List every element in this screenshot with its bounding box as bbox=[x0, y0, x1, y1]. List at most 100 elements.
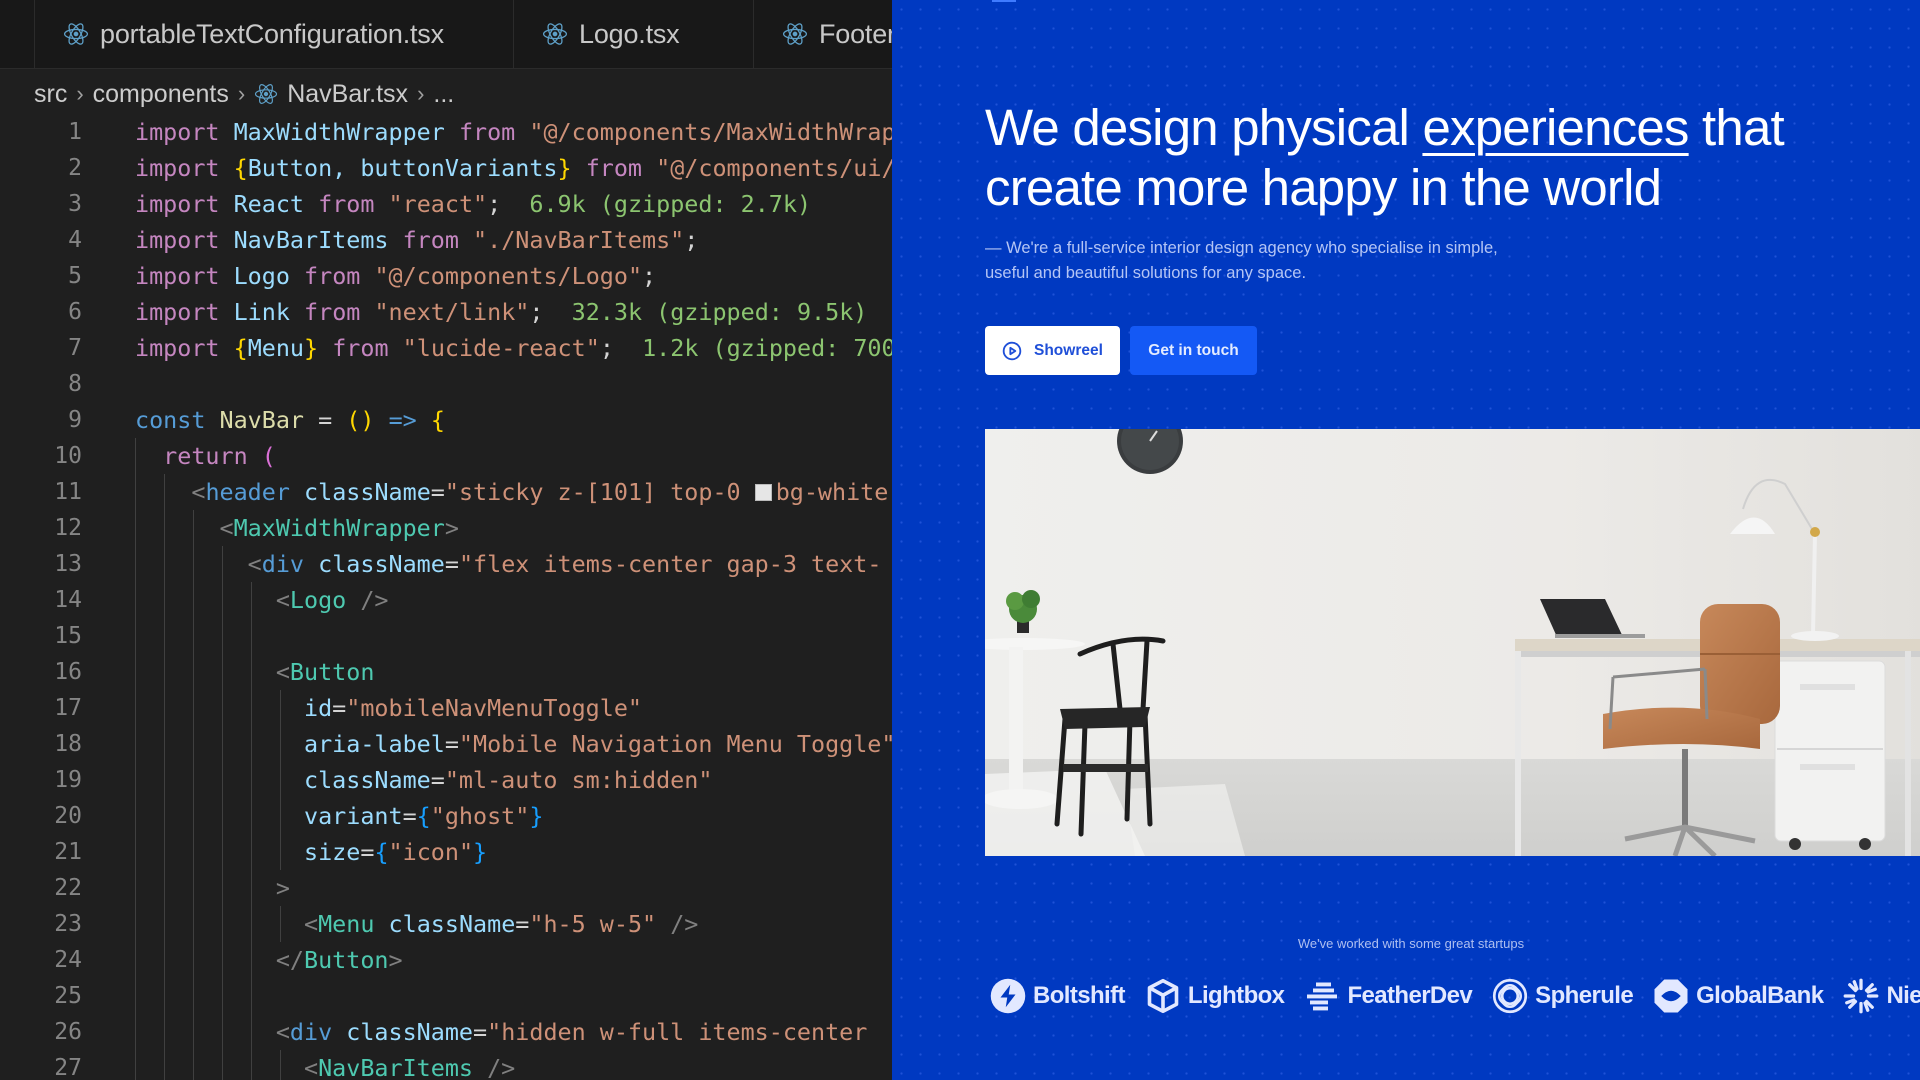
identifier: Menu bbox=[247, 334, 305, 362]
startups-label: We've worked with some great startups bbox=[892, 936, 1920, 951]
bolt-icon bbox=[990, 978, 1026, 1014]
cta-buttons: Showreel Get in touch bbox=[985, 326, 1257, 375]
tab-portable-text-configuration[interactable]: portableTextConfiguration.tsx bbox=[35, 0, 514, 68]
keyword: import bbox=[135, 190, 220, 218]
logo-name: Boltshift bbox=[1033, 982, 1126, 1009]
punctuation: ; bbox=[599, 334, 614, 362]
get-in-touch-button[interactable]: Get in touch bbox=[1130, 326, 1257, 375]
code-line: 16 <Button bbox=[0, 654, 892, 690]
string: "sticky z-[101] top-0 bbox=[444, 478, 755, 506]
tab-logo[interactable]: Logo.tsx bbox=[514, 0, 754, 68]
code-line: 4 import NavBarItems from "./NavBarItems"… bbox=[0, 222, 892, 258]
code-line: 15 bbox=[0, 618, 892, 654]
code-line: 23 <Menu className="h-5 w-5" /> bbox=[0, 906, 892, 942]
tag-bracket: < bbox=[191, 478, 206, 506]
line-number: 14 bbox=[54, 587, 82, 613]
code-line: 25 bbox=[0, 978, 892, 1014]
attribute: className bbox=[388, 910, 516, 938]
line-number: 22 bbox=[54, 875, 82, 901]
parens: () bbox=[346, 406, 375, 434]
play-circle-icon bbox=[1002, 341, 1022, 360]
line-number: 25 bbox=[54, 983, 82, 1009]
operator: = bbox=[515, 910, 530, 938]
sunburst-icon bbox=[1844, 978, 1879, 1014]
hero-headline: We design physical experiences that crea… bbox=[985, 98, 1885, 218]
string: "Mobile Navigation Menu Toggle" bbox=[458, 730, 892, 758]
hero-image bbox=[985, 429, 1920, 856]
code-area[interactable]: 1 import MaxWidthWrapper from "@/componen… bbox=[0, 114, 892, 1080]
paren: ( bbox=[261, 442, 276, 470]
brace: { bbox=[374, 838, 389, 866]
operator: = bbox=[430, 766, 445, 794]
react-icon bbox=[542, 23, 568, 45]
keyword: const bbox=[135, 406, 206, 434]
code-line: 5 import Logo from "@/components/Logo"; bbox=[0, 258, 892, 294]
indent-guide bbox=[164, 618, 165, 654]
tag-name: Button bbox=[304, 946, 389, 974]
react-icon bbox=[255, 84, 278, 104]
headline-emphasis: experiences bbox=[1422, 99, 1689, 156]
code-line: 6 import Link from "next/link"; 32.3k (gz… bbox=[0, 294, 892, 330]
string: "./NavBarItems" bbox=[473, 226, 685, 254]
keyword: import bbox=[135, 262, 220, 290]
line-number: 23 bbox=[54, 911, 82, 937]
tab-footer[interactable]: Footer.tsx bbox=[754, 0, 892, 68]
code-line: 1 import MaxWidthWrapper from "@/componen… bbox=[0, 114, 892, 150]
indent-guide bbox=[251, 618, 252, 654]
sphere-icon bbox=[1493, 978, 1528, 1014]
tag-name: Menu bbox=[318, 910, 375, 938]
punctuation: ; bbox=[642, 262, 657, 290]
tag-bracket: < bbox=[275, 586, 290, 614]
operator: = bbox=[473, 1018, 488, 1046]
operator: = bbox=[402, 802, 417, 830]
indent-guide bbox=[193, 978, 194, 1014]
string: bg-white bbox=[775, 478, 889, 506]
tab-bar-spacer bbox=[0, 0, 35, 68]
octagon-icon bbox=[1654, 979, 1688, 1013]
logo-name: Nietzsche bbox=[1886, 982, 1920, 1009]
code-line: 22 > bbox=[0, 870, 892, 906]
client-logos: Boltshift Lightbox FeatherDev Spherule G… bbox=[990, 978, 1920, 1014]
brace: { bbox=[416, 802, 431, 830]
code-line: 21 size={"icon"} bbox=[0, 834, 892, 870]
line-number: 16 bbox=[54, 659, 82, 685]
tag-name: NavBarItems bbox=[318, 1054, 473, 1080]
line-number: 2 bbox=[68, 155, 82, 181]
line-number: 24 bbox=[54, 947, 82, 973]
line-number: 10 bbox=[54, 443, 82, 469]
showreel-label: Showreel bbox=[1034, 341, 1103, 359]
breadcrumb-item-components[interactable]: components bbox=[93, 80, 229, 109]
import-size-annotation: 6.9k (gzipped: 2.7k) bbox=[529, 190, 812, 218]
string: "hidden w-full items-center bbox=[487, 1018, 868, 1046]
logo-name: Lightbox bbox=[1187, 982, 1285, 1009]
operator: = bbox=[444, 730, 459, 758]
line-number: 15 bbox=[54, 623, 82, 649]
tag-bracket: < bbox=[304, 1054, 319, 1080]
brace: { bbox=[233, 154, 248, 182]
identifier: Logo bbox=[233, 262, 290, 290]
logo-featherdev: FeatherDev bbox=[1304, 978, 1473, 1014]
color-swatch[interactable] bbox=[754, 484, 772, 501]
startups-label-text: We've worked with some great startups bbox=[1297, 936, 1525, 951]
punctuation: ; bbox=[529, 298, 544, 326]
string: "@/components/ui/button"; bbox=[656, 154, 892, 182]
line-number: 3 bbox=[68, 191, 82, 217]
line-number: 7 bbox=[68, 335, 82, 361]
code-line: 11 <header className="sticky z-[101] top… bbox=[0, 474, 892, 510]
code-line: 24 </Button> bbox=[0, 942, 892, 978]
breadcrumb-item-symbols[interactable]: ... bbox=[433, 80, 454, 109]
react-icon bbox=[63, 23, 89, 45]
line-number: 27 bbox=[54, 1055, 82, 1080]
line-number: 1 bbox=[68, 119, 82, 145]
indent-guide bbox=[135, 618, 136, 654]
string: "react" bbox=[388, 190, 488, 218]
tag-name: Logo bbox=[289, 586, 347, 614]
tag-bracket: < bbox=[304, 910, 319, 938]
showreel-button[interactable]: Showreel bbox=[985, 326, 1120, 375]
logo-spherule: Spherule bbox=[1492, 978, 1634, 1014]
tag-bracket: > bbox=[388, 946, 403, 974]
breadcrumb-item-file[interactable]: NavBar.tsx bbox=[287, 80, 408, 109]
breadcrumb-item-src[interactable]: src bbox=[34, 80, 67, 109]
keyword: from bbox=[318, 190, 375, 218]
operator: = bbox=[318, 406, 333, 434]
